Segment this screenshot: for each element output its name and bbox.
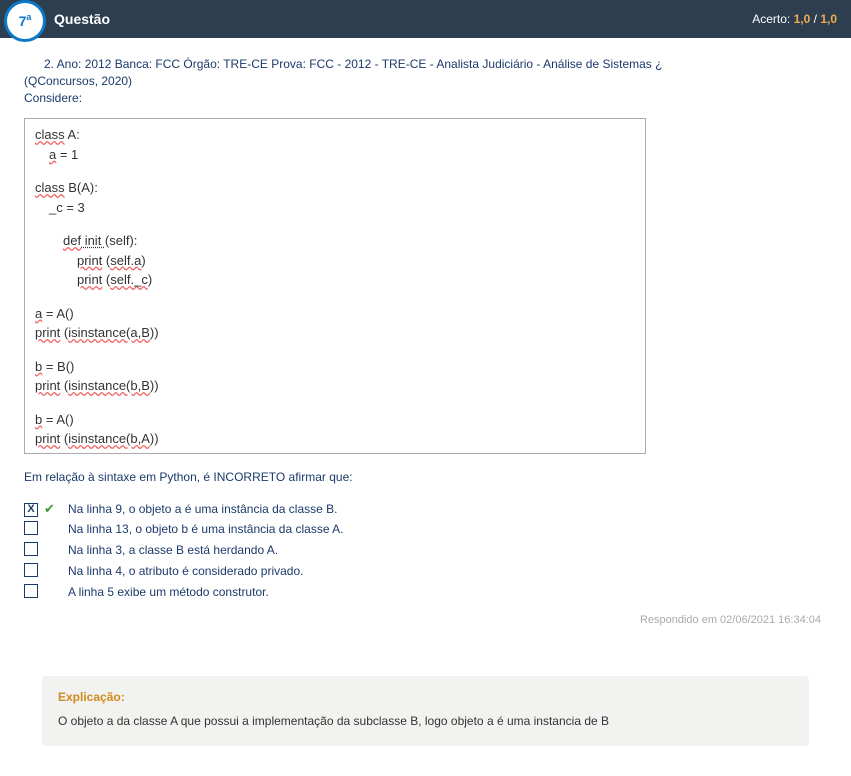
option-row: Na linha 4, o atributo é considerado pri… [24, 562, 344, 581]
question-ordinal: a [26, 12, 31, 22]
option-checkbox[interactable]: X [24, 503, 38, 517]
header-title: Questão [54, 11, 110, 27]
option-row: Na linha 3, a classe B está herdando A. [24, 541, 344, 560]
option-text: A linha 5 exibe um método construtor. [68, 583, 344, 602]
options-list: X ✔ Na linha 9, o objeto a é uma instânc… [24, 498, 344, 604]
option-text: Na linha 4, o atributo é considerado pri… [68, 562, 344, 581]
question-header: 7a Questão Acerto: 1,0 / 1,0 [0, 0, 851, 38]
option-checkbox[interactable] [24, 542, 38, 556]
explanation-box: Explicação: O objeto a da classe A que p… [42, 676, 809, 746]
explanation-title: Explicação: [58, 690, 793, 704]
option-row: X ✔ Na linha 9, o objeto a é uma instânc… [24, 500, 344, 518]
option-checkbox[interactable] [24, 584, 38, 598]
option-row: A linha 5 exibe um método construtor. [24, 583, 344, 602]
score-sep: / [810, 12, 820, 26]
option-text: Na linha 9, o objeto a é uma instância d… [68, 500, 344, 518]
check-icon: ✔ [44, 501, 55, 516]
prompt-line: 2. Ano: 2012 Banca: FCC Órgão: TRE-CE Pr… [24, 56, 827, 73]
option-checkbox[interactable] [24, 563, 38, 577]
explanation-body: O objeto a da classe A que possui a impl… [58, 714, 793, 728]
score-total: 1,0 [820, 12, 837, 26]
question-number: 7 [19, 13, 27, 29]
question-body: 2. Ano: 2012 Banca: FCC Órgão: TRE-CE Pr… [0, 38, 851, 776]
question-number-badge: 7a [4, 0, 46, 42]
question-stem: Em relação à sintaxe em Python, é INCORR… [24, 470, 827, 484]
header-score: Acerto: 1,0 / 1,0 [752, 12, 837, 26]
score-label: Acerto: [752, 12, 790, 26]
code-snippet: class A: a = 1 class B(A): _c = 3 def in… [24, 118, 646, 454]
option-text: Na linha 3, a classe B está herdando A. [68, 541, 344, 560]
option-text: Na linha 13, o objeto b é uma instância … [68, 520, 344, 539]
answered-timestamp: Respondido em 02/06/2021 16:34:04 [24, 614, 827, 626]
prompt-line: (QConcursos, 2020) [24, 74, 132, 88]
question-prompt: 2. Ano: 2012 Banca: FCC Órgão: TRE-CE Pr… [24, 56, 827, 106]
option-checkbox[interactable] [24, 521, 38, 535]
prompt-line: Considere: [24, 91, 82, 105]
score-earned: 1,0 [794, 12, 811, 26]
option-row: Na linha 13, o objeto b é uma instância … [24, 520, 344, 539]
